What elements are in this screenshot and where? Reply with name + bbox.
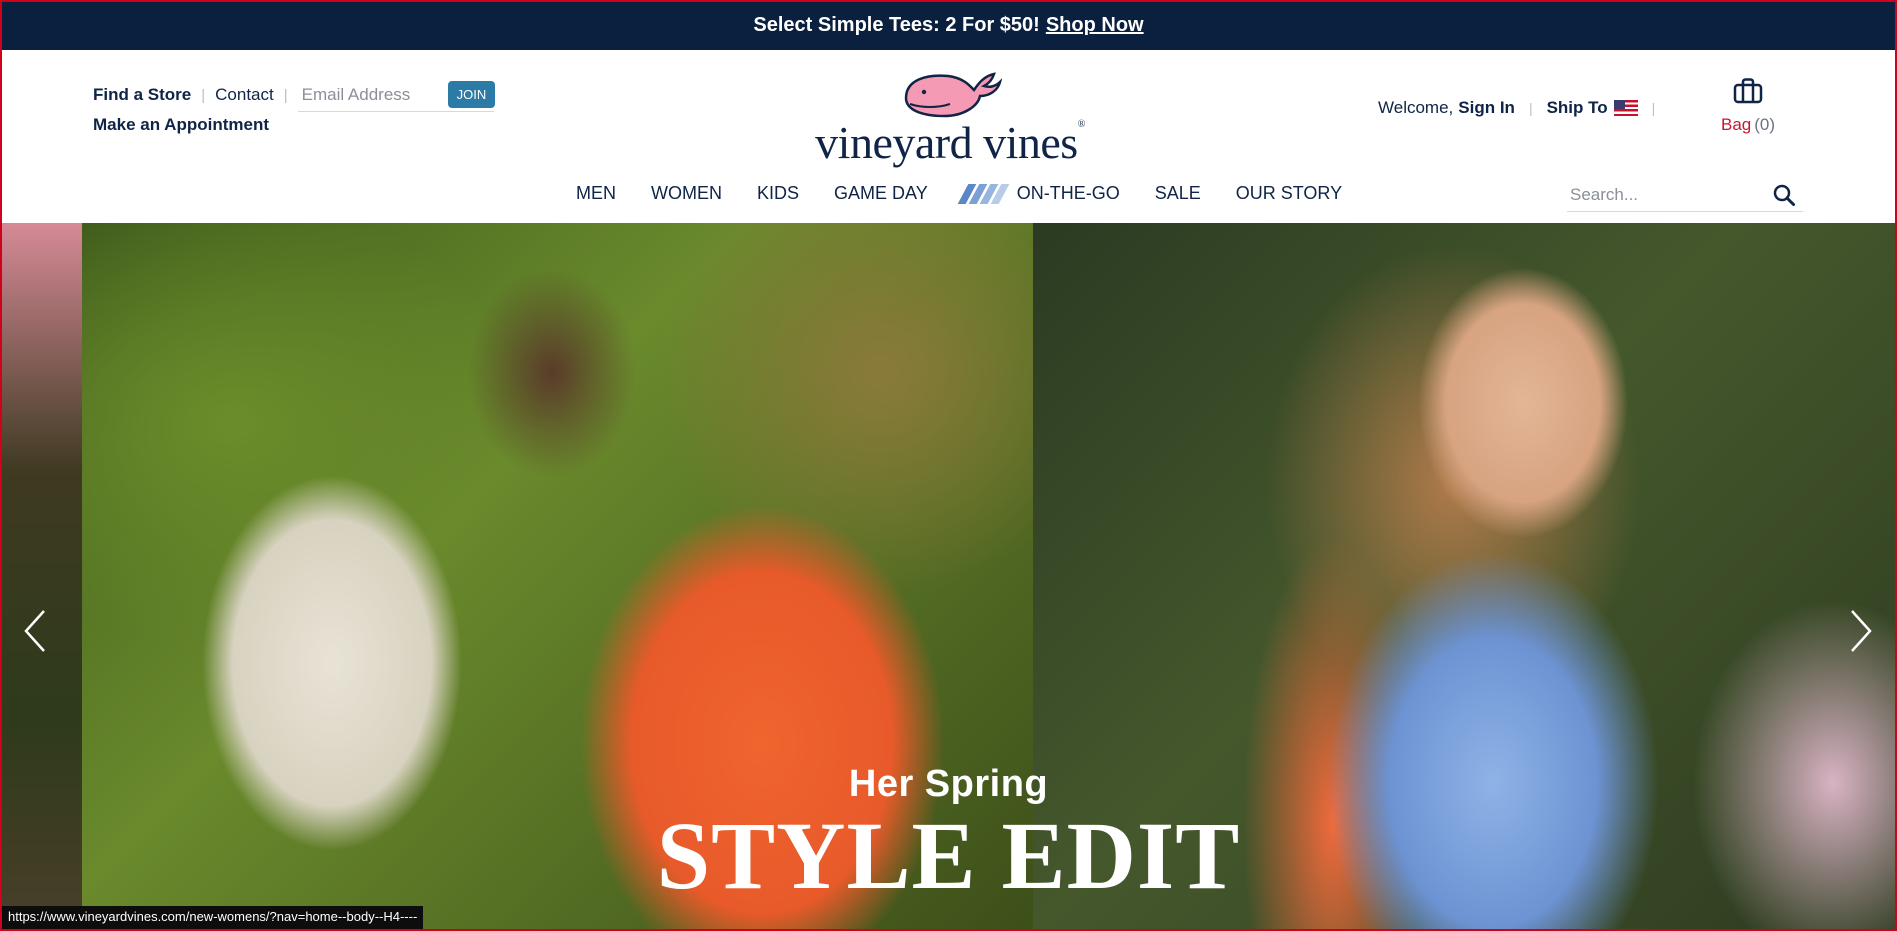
promo-text: Select Simple Tees: 2 For $50! (753, 13, 1040, 36)
ship-to-label: Ship To (1546, 98, 1608, 117)
make-appointment-link[interactable]: Make an Appointment (93, 115, 269, 135)
search-input[interactable] (1567, 184, 1763, 205)
search-icon[interactable] (1773, 184, 1795, 206)
nav-game-day[interactable]: GAME DAY (834, 183, 928, 204)
nav-on-the-go-label: ON-THE-GO (1016, 183, 1120, 203)
main-nav: MEN WOMEN KIDS GAME DAY ON-THE-GO SALE O… (576, 183, 1377, 204)
sign-in-link[interactable]: Sign In (1458, 98, 1515, 118)
bag-label: Bag (1720, 115, 1752, 134)
divider: | (1651, 100, 1656, 116)
hero-carousel[interactable]: Her Spring STYLE EDIT (0, 223, 1897, 931)
hero-subtitle: Her Spring (848, 763, 1049, 805)
divider: | (283, 86, 288, 104)
logo-text: vineyard vines (815, 117, 1078, 168)
welcome-text: Welcome, (1378, 98, 1454, 117)
find-store-link[interactable]: Find a Store (93, 85, 191, 105)
us-flag-icon (1613, 100, 1638, 116)
status-bar-url: https://www.vineyardvines.com/new-womens… (2, 906, 424, 929)
nav-sale[interactable]: SALE (1155, 183, 1201, 204)
whale-logo-icon (904, 72, 1002, 118)
nav-on-the-go[interactable]: ON-THE-GO (957, 183, 1120, 204)
nav-men[interactable]: MEN (576, 183, 616, 204)
stripes-icon (957, 183, 1010, 204)
join-button[interactable]: JOIN (447, 81, 496, 108)
shopping-bag[interactable]: Bag (0) (1718, 78, 1778, 135)
divider: | (1528, 100, 1533, 116)
email-signup: JOIN (297, 78, 496, 112)
promo-shop-now-link[interactable]: Shop Now (1046, 14, 1144, 37)
bag-count: (0) (1754, 115, 1776, 134)
registered-mark: ® (1077, 119, 1086, 130)
carousel-prev-arrow[interactable] (22, 608, 48, 654)
utility-right: Welcome, Sign In | Ship To | (1378, 98, 1669, 118)
email-input[interactable] (301, 84, 432, 105)
promo-bar: Select Simple Tees: 2 For $50! Shop Now (0, 0, 1897, 50)
nav-our-story[interactable]: OUR STORY (1236, 183, 1342, 204)
utility-left: Find a Store | Contact | JOIN (93, 78, 496, 112)
contact-link[interactable]: Contact (215, 85, 274, 105)
nav-kids[interactable]: KIDS (757, 183, 799, 204)
search-box (1567, 178, 1803, 212)
nav-women[interactable]: WOMEN (651, 183, 722, 204)
bag-icon (1733, 78, 1763, 104)
divider: | (201, 86, 206, 104)
hero-title: STYLE EDIT (656, 802, 1241, 909)
site-header: Find a Store | Contact | JOIN Make an Ap… (0, 50, 1897, 223)
ship-to-selector[interactable]: Ship To (1547, 98, 1638, 118)
carousel-next-arrow[interactable] (1848, 608, 1874, 654)
brand-logo[interactable]: vineyard vines® (800, 70, 1100, 180)
